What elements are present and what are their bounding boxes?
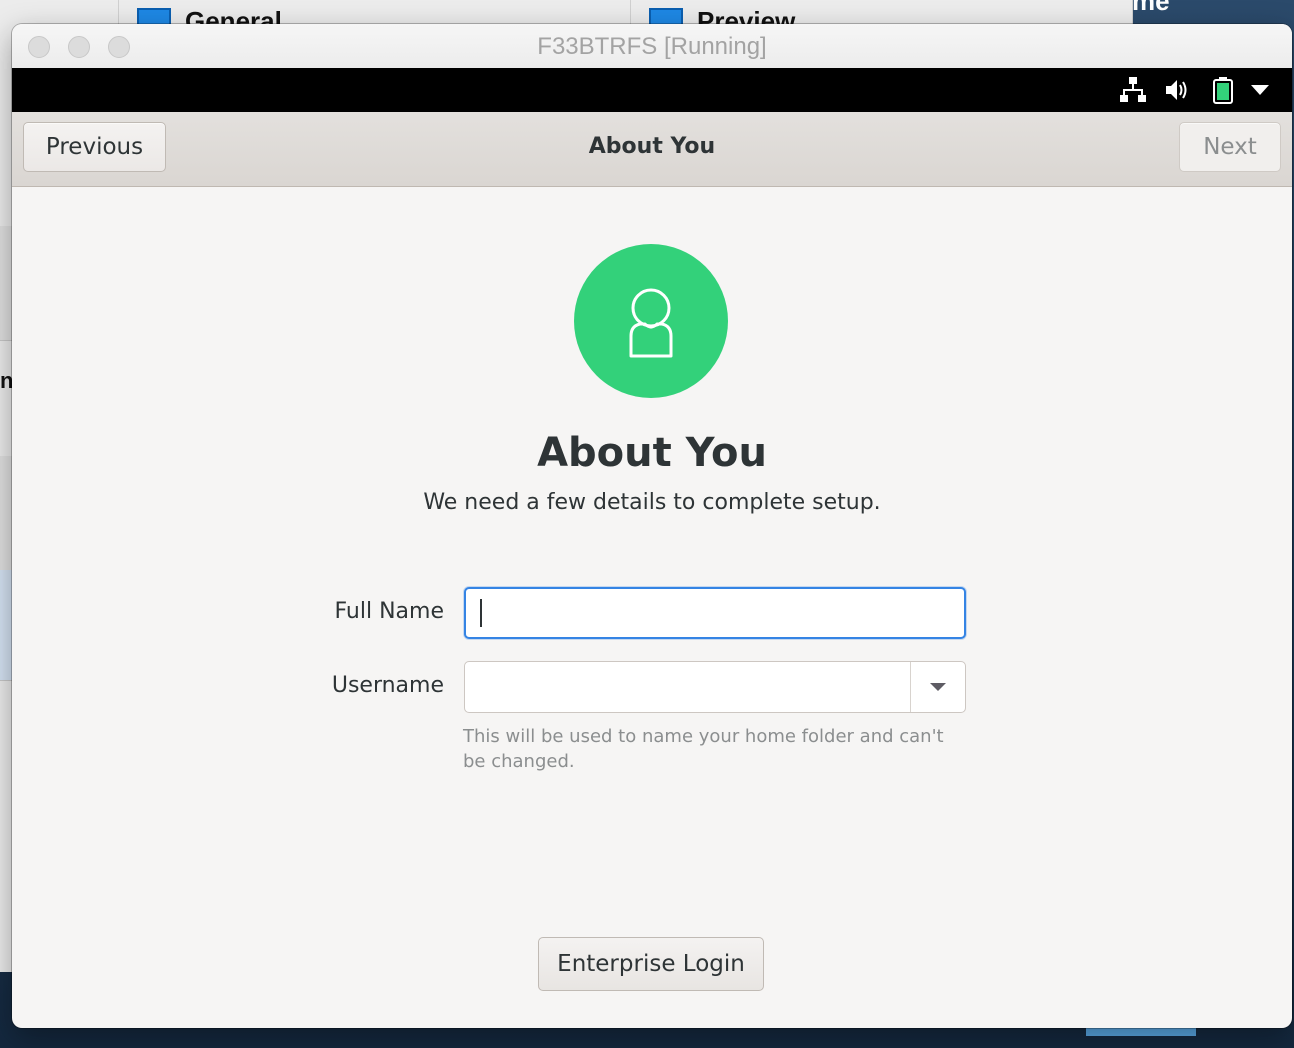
background-tab-general[interactable]: General: [118, 0, 629, 24]
volume-icon[interactable]: [1164, 76, 1192, 108]
window-titlebar[interactable]: F33BTRFS [Running]: [12, 24, 1292, 69]
enterprise-login-button[interactable]: Enterprise Login: [538, 937, 764, 991]
general-tab-icon: [137, 8, 171, 24]
user-avatar-icon: [629, 288, 673, 358]
page-heading: About You: [537, 430, 767, 476]
username-label: Username: [331, 673, 444, 698]
page-subheading: We need a few details to complete setup.: [423, 490, 881, 515]
battery-icon[interactable]: [1212, 76, 1234, 108]
username-combo[interactable]: [464, 661, 966, 713]
network-icon[interactable]: [1120, 76, 1146, 108]
background-tab-general-label: General: [185, 6, 282, 24]
user-avatar[interactable]: [574, 244, 728, 398]
window-title: F33BTRFS [Running]: [537, 33, 767, 60]
next-button[interactable]: Next: [1179, 122, 1281, 172]
header-title: About You: [588, 134, 716, 159]
full-name-label: Full Name: [334, 599, 444, 624]
username-hint: This will be used to name your home fold…: [463, 726, 944, 772]
chevron-down-icon[interactable]: [911, 662, 965, 712]
menu-arrow-icon[interactable]: [1250, 82, 1270, 101]
text-caret: [480, 599, 482, 627]
background-strip: [0, 226, 12, 341]
header-bar: Previous About You Next: [12, 112, 1292, 187]
preview-tab-icon: [649, 8, 683, 24]
background-tab-preview-label: Preview: [697, 6, 796, 24]
background-strip: [0, 570, 12, 681]
full-name-input[interactable]: [464, 587, 966, 639]
background-text-fragment: me: [1132, 0, 1170, 16]
vm-window: F33BTRFS [Running] Previous About You Ne…: [12, 24, 1292, 1028]
background-tab-preview[interactable]: Preview: [630, 0, 1141, 24]
background-strip: [0, 456, 12, 571]
gnome-top-bar: [12, 68, 1292, 112]
